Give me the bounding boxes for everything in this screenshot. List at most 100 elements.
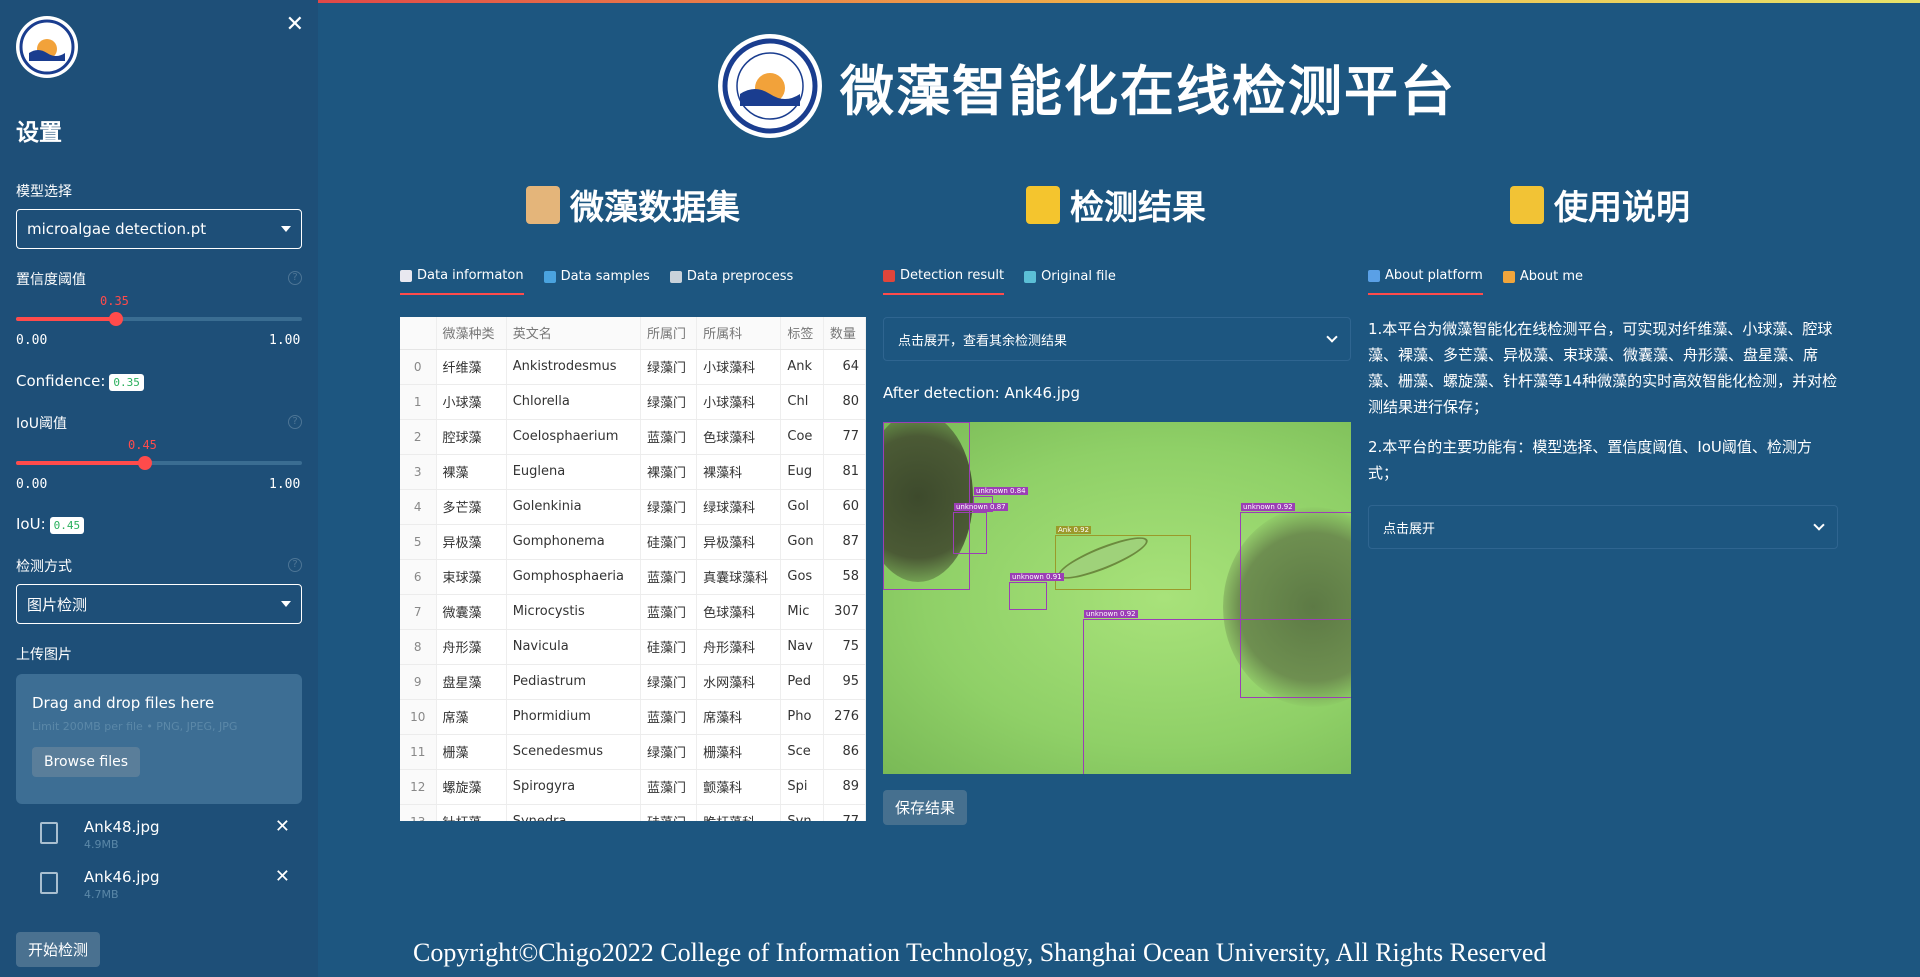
save-result-button[interactable]: 保存结果 [883, 790, 968, 825]
detect-mode-label: 检测方式 [16, 559, 72, 575]
tab-detection-result[interactable]: Detection result [883, 268, 1005, 295]
column-header[interactable]: 微藻种类 [436, 317, 507, 350]
iou-slider-thumb[interactable] [137, 456, 152, 470]
help-icon[interactable]: ? [288, 558, 302, 572]
table-cell: 81 [823, 454, 866, 490]
row-index: 7 [400, 594, 437, 630]
table-cell: Pho [780, 699, 824, 735]
file-icon [40, 872, 58, 894]
tab-label: Data samples [560, 269, 650, 284]
table-row[interactable]: 13针杆藻Synedra硅藻门脆杆藻科Syn77 [400, 804, 866, 821]
detection-bbox: unknown 0.92 [1083, 610, 1351, 774]
column-header[interactable] [400, 317, 437, 350]
column-header[interactable]: 数量 [823, 317, 866, 350]
table-row[interactable]: 4 多芒藻 Golenkinia 绿藻门 绿球藻科 Gol 60 [400, 489, 866, 525]
tab-about-me[interactable]: About me [1502, 268, 1583, 295]
table-cell: Navicula [506, 629, 641, 665]
tab-label: Data preprocess [686, 269, 794, 284]
result-expander[interactable]: 点击展开，查看其余检测结果 [883, 317, 1351, 361]
tab-data-samples[interactable]: Data samples [543, 268, 650, 295]
table-cell: 蓝藻门 [640, 769, 698, 805]
table-cell: 栅藻 [436, 734, 507, 770]
help-icon[interactable]: ? [288, 415, 302, 429]
table-row[interactable]: 9 盘星藻 Pediastrum 绿藻门 水网藻科 Ped 95 [400, 664, 866, 700]
row-index: 10 [400, 699, 437, 735]
table-cell: 螺旋藻 [436, 769, 507, 805]
about-expander[interactable]: 点击展开 [1368, 505, 1838, 549]
table-cell: Pediastrum [506, 664, 641, 700]
table-cell: 色球藻科 [696, 594, 782, 630]
table-cell: 蓝藻门 [640, 594, 698, 630]
detect-mode-select[interactable]: 图片检测 [16, 584, 302, 624]
table-cell: 58 [823, 559, 866, 595]
table-row[interactable]: 7 微囊藻 Microcystis 蓝藻门 色球藻科 Mic 307 [400, 594, 866, 630]
table-header-row: 微藻种类 英文名 所属门 所属科 标签 数量 [400, 317, 866, 350]
table-cell: 束球藻 [436, 559, 507, 595]
confidence-summary: Confidence: 0.35 [16, 372, 144, 391]
table-cell: 异极藻 [436, 524, 507, 560]
start-detection-button[interactable]: 开始检测 [16, 932, 101, 967]
table-cell: Syn [780, 804, 824, 821]
chart-icon [400, 269, 412, 282]
row-index: 2 [400, 419, 437, 455]
table-cell: 89 [823, 769, 866, 805]
column-header[interactable]: 所属科 [696, 317, 782, 350]
table-row[interactable]: 3 裸藻 Euglena 裸藻门 裸藻科 Eug 81 [400, 454, 866, 490]
column-header[interactable]: 标签 [780, 317, 824, 350]
footer-copyright: Copyright©Chigo2022 College of Informati… [413, 938, 1547, 967]
confidence-slider[interactable] [16, 312, 302, 326]
remove-file-icon[interactable]: ✕ [275, 816, 290, 837]
tab-data-preprocess[interactable]: Data preprocess [669, 268, 794, 295]
detection-bbox: unknown 0.91 [1009, 573, 1064, 610]
top-decoration [318, 0, 1920, 3]
table-row[interactable]: 8 舟形藻 Navicula 硅藻门 舟形藻科 Nav 75 [400, 629, 866, 665]
table-cell: 色球藻科 [696, 419, 782, 455]
chevron-down-icon [281, 226, 291, 232]
browse-files-button[interactable]: Browse files [32, 747, 141, 777]
dataset-table[interactable]: 微藻种类 英文名 所属门 所属科 标签 数量 0 纤维藻 Ankistrodesmu… [400, 317, 866, 821]
table-cell: Ank [780, 349, 824, 385]
dropzone-limit: Limit 200MB per file • PNG, JPEG, JPG [32, 720, 238, 733]
model-select-value: microalgae detection.pt [27, 220, 207, 238]
column-header[interactable]: 英文名 [506, 317, 641, 350]
remove-file-icon[interactable]: ✕ [275, 866, 290, 887]
table-row[interactable]: 12 螺旋藻 Spirogyra 蓝藻门 颤藻科 Spi 89 [400, 769, 866, 805]
table-row[interactable]: 6 束球藻 Gomphosphaeria 蓝藻门 真囊球藻科 Gos 58 [400, 559, 866, 595]
table-cell: Mic [780, 594, 824, 630]
table-cell: 栅藻科 [696, 734, 782, 770]
table-cell: Euglena [506, 454, 641, 490]
tab-original-file[interactable]: Original file [1024, 268, 1116, 295]
file-icon [40, 822, 58, 844]
row-index: 11 [400, 734, 437, 770]
file-uploader-dropzone[interactable]: Drag and drop files here Limit 200MB per… [16, 674, 302, 804]
model-select[interactable]: microalgae detection.pt [16, 209, 302, 249]
iou-slider[interactable] [16, 456, 302, 470]
iou-slider-min: 0.00 [16, 477, 48, 492]
close-sidebar-icon[interactable]: ✕ [286, 12, 304, 37]
tab-data-information[interactable]: Data informaton [400, 268, 524, 295]
table-cell: Chlorella [506, 384, 641, 420]
table-row[interactable]: 1 小球藻 Chlorella 绿藻门 小球藻科 Chl 80 [400, 384, 866, 420]
confidence-label: 置信度阈值 [16, 272, 86, 288]
table-cell: Gos [780, 559, 824, 595]
table-cell: 颤藻科 [696, 769, 782, 805]
detect-mode-value: 图片检测 [27, 595, 88, 614]
table-cell: 蓝藻门 [640, 419, 698, 455]
help-icon[interactable]: ? [288, 271, 302, 285]
table-cell: 75 [823, 629, 866, 665]
table-cell: Coelosphaerium [506, 419, 641, 455]
microscope-icon [669, 270, 682, 283]
table-row[interactable]: 0 纤维藻 Ankistrodesmus 绿藻门 小球藻科 Ank 64 [400, 349, 866, 385]
table-row[interactable]: 11 栅藻 Scenedesmus 绿藻门 栅藻科 Sce 86 [400, 734, 866, 770]
column-header[interactable]: 所属门 [640, 317, 698, 350]
table-cell: 腔球藻 [436, 419, 507, 455]
result-section-title: 检测结果 [1026, 180, 1206, 229]
table-row[interactable]: 5 异极藻 Gomphonema 硅藻门 异极藻科 Gon 87 [400, 524, 866, 560]
table-cell: 小球藻科 [696, 349, 782, 385]
table-row[interactable]: 2 腔球藻 Coelosphaerium 蓝藻门 色球藻科 Coe 77 [400, 419, 866, 455]
result-title-text: 检测结果 [1070, 188, 1206, 228]
tab-about-platform[interactable]: About platform [1368, 268, 1483, 295]
confidence-slider-thumb[interactable] [109, 312, 124, 326]
university-logo [718, 34, 822, 138]
table-row[interactable]: 10 席藻 Phormidium 蓝藻门 席藻科 Pho 276 [400, 699, 866, 735]
